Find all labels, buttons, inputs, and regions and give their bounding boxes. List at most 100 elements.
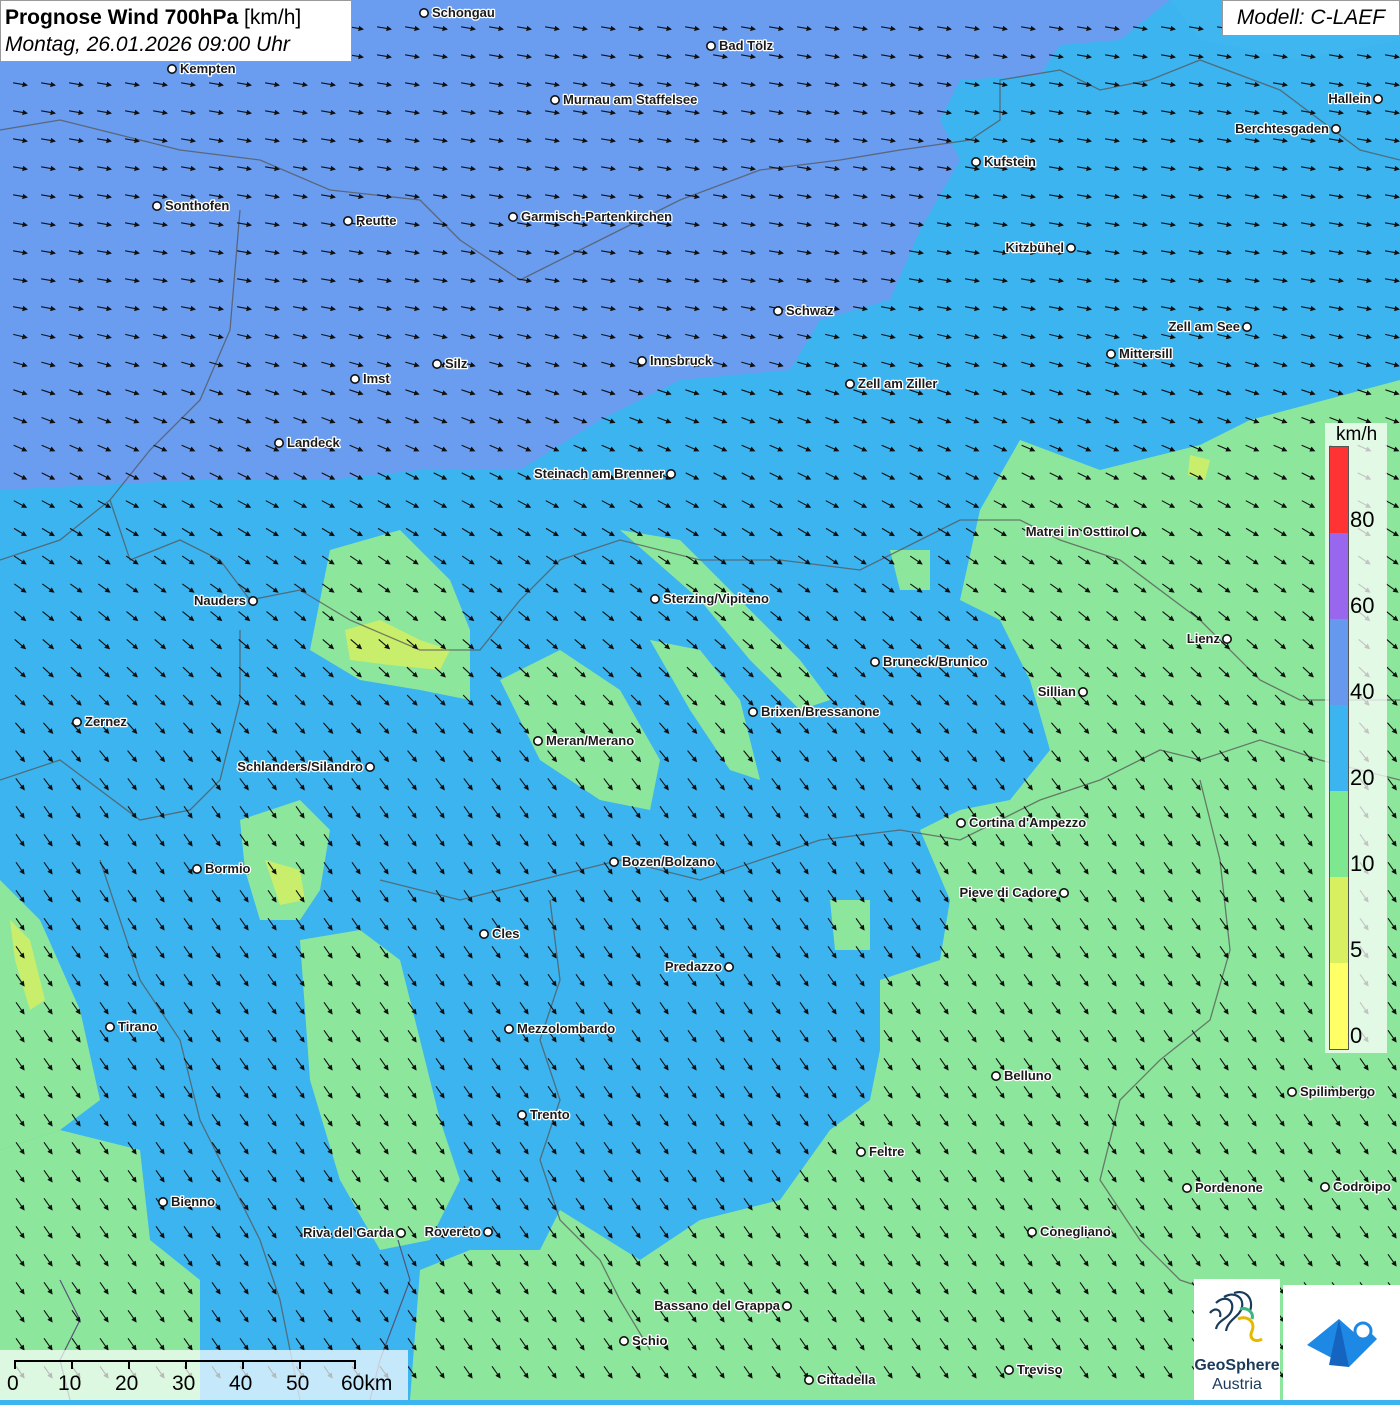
- city-label: Belluno: [1004, 1068, 1052, 1083]
- city-label: Steinach am Brenner: [534, 466, 664, 481]
- city-label: Brixen/Bressanone: [761, 704, 880, 719]
- city-label: Cortina d'Ampezzo: [969, 815, 1086, 830]
- city-label: Schwaz: [786, 303, 834, 318]
- city-marker[interactable]: Pordenone: [1182, 1179, 1264, 1196]
- city-label: Hallein: [1328, 91, 1371, 106]
- city-marker[interactable]: Steinach am Brenner: [533, 465, 676, 482]
- city-marker[interactable]: Riva del Garda: [302, 1224, 406, 1241]
- city-marker[interactable]: Zell am See: [1167, 318, 1253, 335]
- legend-tick-80: 80: [1350, 507, 1375, 532]
- city-marker[interactable]: Innsbruck: [636, 352, 714, 369]
- city-marker[interactable]: Meran/Merano: [532, 732, 635, 749]
- city-label: Zernez: [85, 714, 127, 729]
- title-box: Prognose Wind 700hPa [km/h] Montag, 26.0…: [0, 0, 352, 62]
- legend-seg-red: [1330, 447, 1348, 533]
- geosphere-logo[interactable]: GeoSphere Austria: [1194, 1279, 1280, 1400]
- city-label: Trento: [530, 1107, 570, 1122]
- city-marker[interactable]: Matrei in Osttirol: [1024, 523, 1142, 540]
- city-dot: [1059, 887, 1070, 898]
- scale-tick: [299, 1360, 301, 1369]
- city-dot: [342, 216, 353, 227]
- scale-tick: [71, 1360, 73, 1369]
- city-dot: [1222, 633, 1233, 644]
- city-marker[interactable]: Brixen/Bressanone: [747, 703, 881, 720]
- city-dot: [1182, 1183, 1193, 1194]
- city-dot: [1003, 1365, 1014, 1376]
- city-marker[interactable]: Conegliano: [1027, 1223, 1112, 1240]
- wind-map[interactable]: Schongau Bad Tölz Kempten Murnau am Staffel…: [0, 0, 1400, 1400]
- city-label: Schio: [632, 1333, 667, 1348]
- scale-label-10: 10: [58, 1372, 82, 1395]
- city-dot: [192, 863, 203, 874]
- app-logo-icon: [1307, 1319, 1377, 1367]
- city-label: Innsbruck: [650, 353, 713, 368]
- city-dot: [167, 64, 178, 75]
- city-dot: [158, 1197, 169, 1208]
- city-dot: [618, 1336, 629, 1347]
- city-dot: [364, 761, 375, 772]
- city-dot: [516, 1110, 527, 1121]
- city-dot: [1242, 321, 1253, 332]
- city-dot: [705, 40, 716, 51]
- city-marker[interactable]: Schlanders/Silandro: [236, 758, 375, 775]
- legend-tick-0: 0: [1350, 1023, 1363, 1048]
- city-label: Schongau: [432, 5, 495, 20]
- legend-seg-blue-dark: [1330, 619, 1348, 705]
- geosphere-swirl-icon: [1209, 1291, 1263, 1343]
- scale-tick: [14, 1360, 16, 1369]
- scale-label-20: 20: [115, 1372, 139, 1395]
- city-dot: [418, 8, 429, 18]
- city-label: Schlanders/Silandro: [237, 759, 363, 774]
- city-label: Meran/Merano: [546, 733, 634, 748]
- city-dot: [855, 1147, 866, 1158]
- city-label: Pordenone: [1195, 1180, 1263, 1195]
- city-dot: [781, 1301, 792, 1312]
- legend-tick-5: 5: [1350, 937, 1363, 962]
- legend-tick-40: 40: [1350, 679, 1375, 704]
- city-label: Sterzing/Vipiteno: [663, 591, 769, 606]
- city-label: Bad Tölz: [719, 38, 774, 53]
- city-label: Murnau am Staffelsee: [563, 92, 697, 107]
- scale-tick: [242, 1360, 244, 1369]
- city-dot: [1331, 124, 1342, 135]
- city-dot: [349, 373, 360, 384]
- legend-unit: km/h: [1336, 424, 1378, 445]
- city-marker[interactable]: Bozen/Bolzano: [608, 853, 716, 870]
- city-label: Kitzbühel: [1006, 240, 1065, 255]
- city-marker[interactable]: Pieve di Cadore: [958, 884, 1070, 901]
- city-dot: [549, 95, 560, 106]
- city-marker[interactable]: Spilimbergo: [1287, 1083, 1376, 1100]
- city-marker[interactable]: Mezzolombardo: [503, 1020, 617, 1037]
- city-label: Pieve di Cadore: [959, 885, 1057, 900]
- city-dot: [747, 706, 758, 717]
- city-dot: [482, 1227, 493, 1238]
- city-label: Zell am Ziller: [858, 376, 937, 391]
- geosphere-name: GeoSphere: [1194, 1357, 1280, 1374]
- city-marker[interactable]: Cortina d'Ampezzo: [955, 814, 1088, 831]
- city-dot: [1373, 94, 1384, 105]
- city-marker[interactable]: Sonthofen: [152, 197, 231, 214]
- city-marker[interactable]: Bruneck/Brunico: [869, 653, 989, 670]
- city-marker[interactable]: Murnau am Staffelsee: [549, 91, 699, 108]
- city-dot: [955, 817, 966, 828]
- city-marker[interactable]: Garmisch-Partenkirchen: [507, 208, 673, 225]
- city-dot: [503, 1024, 514, 1035]
- legend-seg-blue: [1330, 705, 1348, 791]
- city-dot: [608, 856, 619, 867]
- city-marker[interactable]: Berchtesgaden: [1234, 120, 1342, 137]
- city-marker[interactable]: Zell am Ziller: [844, 375, 939, 392]
- city-marker[interactable]: Schongau: [418, 4, 496, 21]
- city-label: Tirano: [118, 1019, 158, 1034]
- city-label: Bassano del Grappa: [654, 1298, 780, 1313]
- app-logo[interactable]: [1283, 1285, 1400, 1400]
- city-label: Sillian: [1038, 684, 1076, 699]
- legend-seg-purple: [1330, 533, 1348, 619]
- city-label: Mittersill: [1119, 346, 1172, 361]
- title-unit: [km/h]: [244, 6, 302, 29]
- city-dot: [803, 1375, 814, 1386]
- city-marker[interactable]: Sterzing/Vipiteno: [649, 590, 770, 607]
- city-label: Imst: [363, 371, 390, 386]
- city-dot: [649, 593, 660, 604]
- city-marker[interactable]: Bassano del Grappa: [653, 1297, 792, 1314]
- city-dot: [990, 1071, 1001, 1082]
